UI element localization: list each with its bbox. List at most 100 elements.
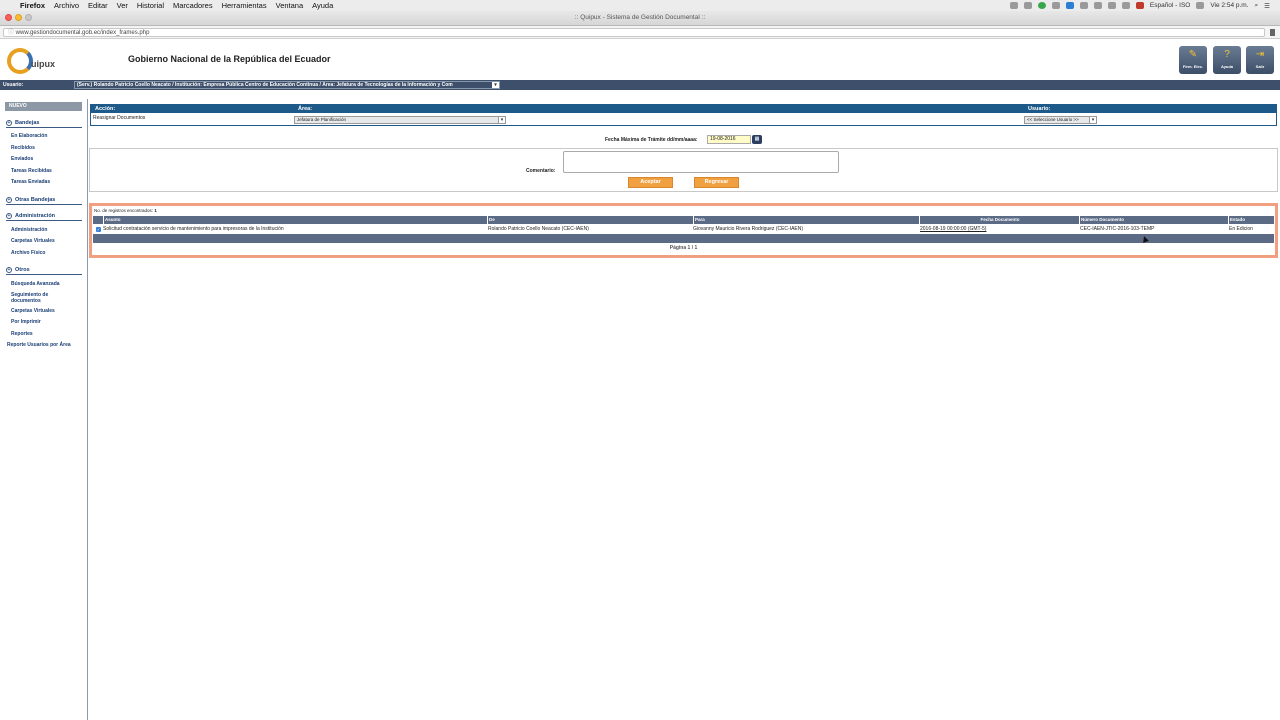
dropbox-icon[interactable]	[1023, 2, 1032, 9]
clock-icon[interactable]	[1121, 2, 1130, 9]
menu-ayuda[interactable]: Ayuda	[312, 1, 333, 10]
user-role-select[interactable]: (Serv.) Rolando Patricio Coello Neacato …	[74, 81, 500, 89]
nuevo-button[interactable]: NUEVO	[5, 102, 82, 111]
section-administracion[interactable]: + Administración	[6, 212, 82, 221]
sidebar-item-seguimiento[interactable]: Seguimiento de documentos	[11, 292, 65, 304]
chevron-down-icon: ▾	[1089, 117, 1096, 123]
ayuda-button[interactable]: ? Ayuda	[1213, 46, 1241, 74]
main-content: Acción: Área: Usuario: Reasignar Documen…	[89, 99, 1280, 720]
salir-button[interactable]: ⇥ Salir	[1246, 46, 1274, 74]
menu-app-firefox[interactable]: Firefox	[20, 1, 45, 10]
row-checkbox[interactable]: ✓	[96, 227, 101, 232]
sidebar-item-carpetas-virtuales[interactable]: Carpetas Virtuales	[11, 238, 85, 244]
expand-icon: +	[6, 212, 12, 219]
logo-text: uipux	[31, 59, 55, 69]
sidebar-item-carpetas-virtuales-2[interactable]: Carpetas Virtuales	[11, 308, 85, 314]
volume-icon[interactable]	[1107, 2, 1116, 9]
wifi-icon[interactable]	[1196, 2, 1205, 9]
list-icon[interactable]: ☰	[1264, 2, 1270, 10]
cell-numero: CEC-IAEN-JTIC-2016-103-TEMP	[1080, 226, 1155, 232]
sidebar-item-en-elaboracion[interactable]: En Elaboración	[11, 133, 85, 139]
status-area: Español - ISO Vie 2:54 p.m. ⌕ ☰	[1009, 0, 1270, 11]
expand-icon: +	[6, 196, 12, 203]
expand-icon: +	[6, 266, 12, 273]
grid-icon[interactable]	[1079, 2, 1088, 9]
section-bandejas[interactable]: + Bandejas	[6, 119, 82, 128]
regresar-button[interactable]: Regresar	[694, 177, 739, 188]
camera-icon[interactable]	[1051, 2, 1060, 9]
results-panel: No. de registros encontrados: 1 Asunto D…	[89, 203, 1278, 258]
window-titlebar: :: Quipux - Sistema de Gestión Documenta…	[0, 11, 1280, 26]
user-label: Usuario:	[3, 82, 24, 88]
sidebar-item-busqueda-avanzada[interactable]: Búsqueda Avanzada	[11, 281, 85, 287]
chevron-down-icon: ▾	[498, 117, 505, 123]
page-info-icon[interactable]: ⓘ	[8, 29, 14, 37]
firma-electronica-button[interactable]: ✎ Firm. Elec.	[1179, 46, 1207, 74]
col-fecha[interactable]: Fecha Documento	[919, 216, 1079, 224]
window-title: :: Quipux - Sistema de Gestión Documenta…	[574, 14, 706, 21]
usuario-header: Usuario:	[1024, 105, 1276, 113]
calendar-icon[interactable]: ▦	[752, 135, 762, 144]
table-header: Asunto De Para Fecha Documento Número Do…	[93, 216, 1274, 224]
comentario-label: Comentario:	[526, 168, 556, 174]
screen-icon[interactable]	[1009, 2, 1018, 9]
sidebar-item-archivo-fisico[interactable]: Archivo Físico	[11, 250, 85, 256]
sidebar-item-reportes[interactable]: Reportes	[11, 331, 85, 337]
menu-herramientas[interactable]: Herramientas	[222, 1, 267, 10]
menu-ver[interactable]: Ver	[117, 1, 128, 10]
accion-header: Acción:	[91, 105, 294, 113]
reassign-panel: Acción: Área: Usuario: Reasignar Documen…	[90, 104, 1277, 126]
table-row[interactable]: ✓ Solicitud contratación servicio de man…	[93, 224, 1274, 234]
sidebar-item-recibidos[interactable]: Recibidos	[11, 145, 85, 151]
cell-fecha-link[interactable]: 2016-08-19 00:00:00 (GMT-5)	[920, 224, 986, 234]
app-icon[interactable]	[1065, 2, 1074, 9]
zoom-window-button[interactable]	[25, 14, 32, 21]
col-para[interactable]: Para	[693, 216, 919, 224]
sidebar-item-enviados[interactable]: Enviados	[11, 156, 85, 162]
flag-icon[interactable]	[1135, 2, 1144, 9]
comentario-textarea[interactable]	[563, 151, 839, 173]
col-asunto[interactable]: Asunto	[103, 216, 487, 224]
menu-historial[interactable]: Historial	[137, 1, 164, 10]
clock-label[interactable]: Vie 2:54 p.m.	[1210, 2, 1248, 9]
sidebar-item-tareas-enviadas[interactable]: Tareas Enviadas	[11, 179, 85, 185]
fecha-input[interactable]: 19-08-2016	[707, 135, 751, 144]
col-numero[interactable]: Número Documento	[1079, 216, 1228, 224]
aceptar-button[interactable]: Aceptar	[628, 177, 673, 188]
sync-icon[interactable]	[1037, 2, 1046, 9]
browser-toolbar: ⓘ www.gestiondocumental.gob.ec/index_fra…	[0, 26, 1280, 39]
usuario-select[interactable]: << Seleccione Usuario >> ▾	[1024, 116, 1097, 124]
search-icon[interactable]: ⌕	[1255, 2, 1259, 10]
col-de[interactable]: De	[487, 216, 693, 224]
fecha-label: Fecha Máxima de Trámite dd/mm/aaaa:	[605, 137, 698, 143]
minimize-window-button[interactable]	[15, 14, 22, 21]
table-footer	[93, 234, 1274, 243]
help-icon: ?	[1224, 49, 1230, 60]
section-otros[interactable]: + Otros	[6, 266, 82, 275]
sidebar-item-tareas-recibidas[interactable]: Tareas Recibidas	[11, 168, 85, 174]
cell-estado: En Edicion	[1229, 226, 1253, 232]
expand-icon: +	[6, 119, 12, 126]
col-estado[interactable]: Estado	[1228, 216, 1274, 224]
menu-ventana[interactable]: Ventana	[276, 1, 304, 10]
area-select[interactable]: Jefatura de Planificación ▾	[294, 116, 506, 124]
url-text: www.gestiondocumental.gob.ec/index_frame…	[15, 30, 150, 36]
pagination: Página 1 / 1	[669, 245, 698, 251]
reader-view-icon[interactable]	[1270, 29, 1275, 36]
sidebar-item-por-imprimir[interactable]: Por Imprimir	[11, 319, 85, 325]
sidebar-item-administracion[interactable]: Administración	[11, 227, 85, 233]
url-input[interactable]: ⓘ www.gestiondocumental.gob.ec/index_fra…	[3, 28, 1265, 37]
section-otras-bandejas[interactable]: + Otras Bandejas	[6, 196, 82, 205]
system-menu-bar: Firefox Archivo Editar Ver Historial Mar…	[0, 0, 1280, 11]
menu-editar[interactable]: Editar	[88, 1, 108, 10]
close-window-button[interactable]	[5, 14, 12, 21]
user-strip: Usuario: (Serv.) Rolando Patricio Coello…	[0, 80, 1280, 90]
cell-asunto[interactable]: Solicitud contratación servicio de mante…	[103, 224, 284, 234]
bluetooth-icon[interactable]	[1093, 2, 1102, 9]
cell-para: Giovanny Mauricio Rivera Rodriguez (CEC-…	[693, 226, 804, 232]
menu-marcadores[interactable]: Marcadores	[173, 1, 213, 10]
sidebar-item-reporte-usuarios[interactable]: Reporte Usuarios por Área	[7, 342, 77, 348]
menu-archivo[interactable]: Archivo	[54, 1, 79, 10]
input-source[interactable]: Español - ISO	[1150, 2, 1190, 9]
chevron-down-icon: ▾	[492, 82, 499, 88]
